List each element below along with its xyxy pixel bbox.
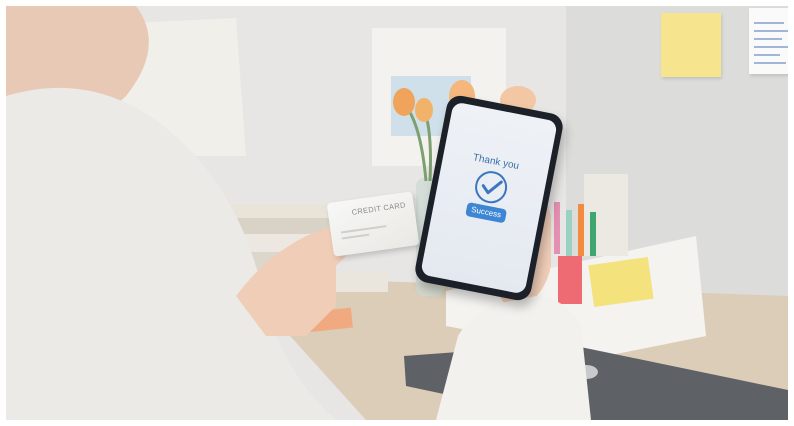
checkmark-circle-icon	[472, 168, 510, 206]
pink-notes	[558, 256, 582, 304]
wall-sticky-note	[661, 13, 721, 77]
book-1	[228, 204, 328, 218]
wall-note-list	[749, 8, 788, 74]
photo-frame: CREDIT CARD Thank you Success	[6, 6, 788, 420]
credit-card-label: CREDIT CARD	[351, 200, 407, 217]
tulip-2	[415, 98, 433, 122]
marker-4	[590, 212, 596, 256]
tulip-1	[393, 88, 415, 116]
marker-3	[578, 204, 584, 256]
sticky-notes-pad	[588, 257, 654, 307]
success-button[interactable]: Success	[465, 202, 508, 224]
marker-1	[554, 202, 560, 254]
marker-2	[566, 210, 572, 256]
